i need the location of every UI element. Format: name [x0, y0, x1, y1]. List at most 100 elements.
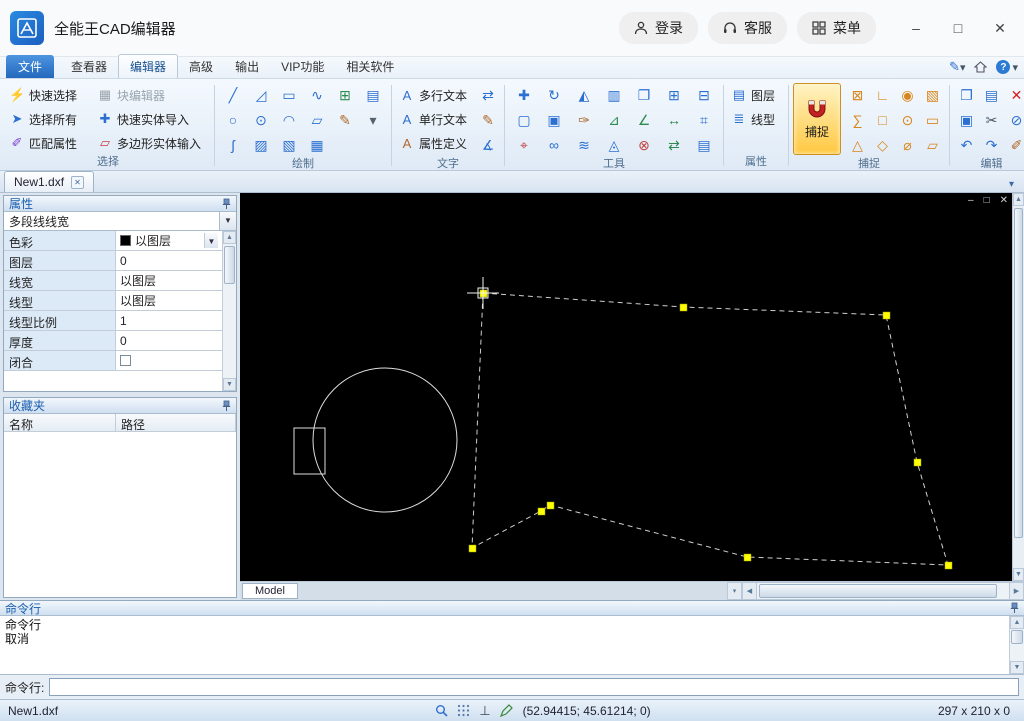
color-dropdown-arrow[interactable]: ▼ [204, 233, 218, 248]
hscroll-thumb[interactable] [759, 584, 997, 598]
cmd-scroll-up-arrow[interactable]: ▲ [1010, 616, 1024, 629]
polygon-icon[interactable]: ▱ [303, 108, 331, 133]
gradient-icon[interactable]: ▧ [275, 133, 303, 158]
help-icon[interactable]: ? ▾ [996, 60, 1018, 74]
draw-more-icon[interactable]: ▾ [359, 108, 387, 133]
properties-scrollbar[interactable]: ▲ ▼ [222, 231, 236, 391]
multiline-text[interactable]: A 多行文本 [396, 83, 472, 107]
move-icon[interactable]: ✚ [509, 83, 539, 108]
edit-polyline-icon[interactable]: ✑ [569, 108, 599, 133]
grip-handle[interactable] [882, 311, 891, 320]
property-value[interactable]: 以图层 [116, 291, 222, 310]
circle-icon[interactable]: ○ [219, 108, 247, 133]
group-icon[interactable]: ⊞ [659, 83, 689, 108]
document-tab-close-icon[interactable]: ✕ [71, 175, 85, 189]
support-button[interactable]: 客服 [708, 12, 787, 44]
ellipse-icon[interactable]: ⊙ [247, 108, 275, 133]
spline-icon[interactable]: ∿ [303, 83, 331, 108]
link-icon[interactable]: ∞ [539, 133, 569, 158]
rectangle-icon[interactable]: ▭ [275, 83, 303, 108]
ribbon-tab-1[interactable]: 查看器 [60, 55, 118, 78]
copy-icon[interactable]: ❐ [954, 83, 979, 108]
snap-perpendicular-icon[interactable]: ◇ [870, 133, 895, 158]
snap-extension-icon[interactable]: ⌀ [895, 133, 920, 158]
property-value[interactable]: 以图层 [116, 271, 222, 290]
close-button[interactable]: ✕ [986, 15, 1014, 41]
swap-icon[interactable]: ⇄ [659, 133, 689, 158]
vscroll-thumb[interactable] [1014, 208, 1023, 538]
canvas-horizontal-scrollbar[interactable]: ▾ ◀ ▶ [727, 582, 1024, 600]
cmd-scroll-down-arrow[interactable]: ▼ [1010, 661, 1024, 674]
delete-icon[interactable]: ✕ [1004, 83, 1024, 108]
snap-quadrant-icon[interactable]: ⊙ [895, 108, 920, 133]
polyline-icon[interactable]: ◿ [247, 83, 275, 108]
snap-node-icon[interactable]: □ [870, 108, 895, 133]
cad-circle[interactable] [312, 367, 458, 513]
match-properties[interactable]: ✐ 匹配属性 [6, 131, 90, 155]
viewport-icon[interactable]: ▢ [509, 108, 539, 133]
cad-selected-polyline[interactable] [471, 292, 949, 566]
ungroup-icon[interactable]: ⊟ [689, 83, 719, 108]
measure-distance-icon[interactable]: ↔ [659, 108, 689, 133]
paste-icon[interactable]: ▣ [954, 108, 979, 133]
vscroll-down-arrow[interactable]: ▼ [1013, 568, 1024, 581]
redo-icon[interactable]: ↷ [979, 133, 1004, 158]
snap-endpoint-icon[interactable]: ∟ [870, 83, 895, 108]
undo-icon[interactable]: ↶ [954, 133, 979, 158]
align-icon[interactable]: ◬ [599, 133, 629, 158]
draw-status-icon[interactable] [499, 704, 513, 717]
grip-handle[interactable] [743, 553, 752, 562]
pin-icon[interactable] [1010, 602, 1019, 614]
copy-base-icon[interactable]: ▤ [979, 83, 1004, 108]
explode-icon[interactable]: ⊗ [629, 133, 659, 158]
login-button[interactable]: 登录 [619, 12, 698, 44]
line-icon[interactable]: ╱ [219, 83, 247, 108]
snap-nearest-icon[interactable]: ▭ [920, 108, 945, 133]
property-value[interactable]: 0 [116, 251, 222, 270]
props-scroll-up-arrow[interactable]: ▲ [223, 231, 236, 244]
property-value[interactable]: 以图层 ▼ [116, 231, 222, 250]
command-input[interactable] [49, 678, 1019, 696]
layers-tool-icon[interactable]: ▤ [689, 133, 719, 158]
id-point-icon[interactable]: ⌖ [509, 133, 539, 158]
ribbon-tab-4[interactable]: 输出 [224, 55, 270, 78]
hscroll-left-arrow[interactable]: ◀ [742, 582, 757, 600]
array-icon[interactable]: ▥ [599, 83, 629, 108]
home-icon[interactable] [974, 61, 988, 73]
snap-toggle-button[interactable]: 捕捉 [793, 83, 841, 155]
canvas-vertical-scrollbar[interactable]: ▲ ▼ [1012, 193, 1024, 581]
maximize-button[interactable]: □ [944, 15, 972, 41]
sheet-list-chevron-icon[interactable]: ▾ [727, 582, 742, 600]
minimize-button[interactable]: – [902, 15, 930, 41]
pin-icon[interactable] [222, 400, 231, 412]
text-find-icon[interactable]: ⇄ [476, 83, 500, 108]
entity-type-selector[interactable]: 多段线线宽 ▼ [4, 212, 236, 231]
mdi-close-icon[interactable]: ✕ [1000, 195, 1008, 206]
revision-curve-icon[interactable]: ʃ [219, 133, 247, 158]
named-view-icon[interactable]: ▣ [539, 108, 569, 133]
ribbon-tab-6[interactable]: 相关软件 [335, 55, 405, 78]
snap-intersection-icon[interactable]: ⊠ [845, 83, 870, 108]
vscroll-up-arrow[interactable]: ▲ [1013, 193, 1024, 206]
model-tab[interactable]: Model [242, 583, 298, 599]
snap-parallel-icon[interactable]: ▱ [920, 133, 945, 158]
grip-handle[interactable] [537, 507, 546, 516]
multiline-tool-icon[interactable]: ≋ [569, 133, 599, 158]
snap-tangent-icon[interactable]: △ [845, 133, 870, 158]
cut-icon[interactable]: ✂ [979, 108, 1004, 133]
command-scrollbar[interactable]: ▲ ▼ [1009, 616, 1024, 674]
props-scroll-thumb[interactable] [224, 246, 235, 284]
snap-center-icon[interactable]: ◉ [895, 83, 920, 108]
property-value[interactable] [116, 351, 222, 370]
file-menu-button[interactable]: 文件 [6, 55, 55, 78]
rotate-icon[interactable]: ↻ [539, 83, 569, 108]
copy-window-icon[interactable]: ❐ [629, 83, 659, 108]
grip-handle[interactable] [944, 561, 953, 570]
arc-icon[interactable]: ◠ [275, 108, 303, 133]
quick-entity-import[interactable]: ✚ 快速实体导入 [94, 107, 210, 131]
style-pencil-icon[interactable]: ✎▾ [949, 59, 965, 75]
props-scroll-down-arrow[interactable]: ▼ [223, 378, 236, 391]
menu-button[interactable]: 菜单 [797, 12, 876, 44]
zoom-status-icon[interactable] [435, 704, 448, 717]
table-icon[interactable]: ▦ [303, 133, 331, 158]
